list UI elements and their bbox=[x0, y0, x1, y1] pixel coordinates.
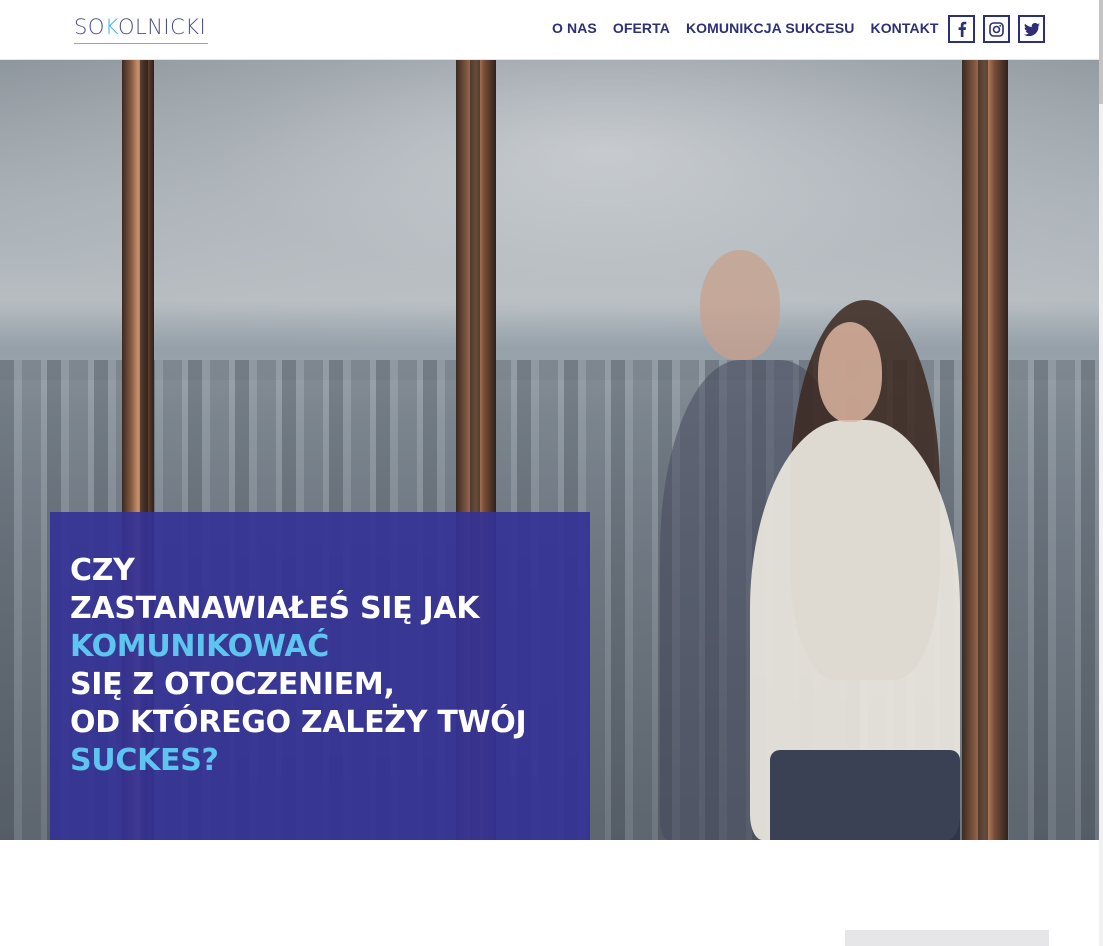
page-scrollbar[interactable] bbox=[1099, 0, 1103, 946]
facebook-icon bbox=[958, 21, 966, 37]
window-frame-shadow bbox=[978, 60, 988, 840]
sidebar-widget bbox=[845, 930, 1049, 946]
nav-link-kontakt[interactable]: KONTAKT bbox=[870, 20, 938, 36]
nav-link-komunikacja-sukcesu[interactable]: KOMUNIKCJA SUKCESU bbox=[686, 20, 855, 36]
headline-line: OD KTÓREGO ZALEŻY TWÓJ bbox=[70, 705, 527, 740]
headline-line-highlight: KOMUNIKOWAĆ bbox=[70, 629, 329, 664]
logo-text-accent: K bbox=[104, 15, 118, 39]
facebook-link[interactable] bbox=[948, 15, 975, 43]
woman-jeans bbox=[770, 750, 960, 840]
headline-line: CZY bbox=[70, 553, 135, 588]
twitter-icon bbox=[1023, 22, 1040, 36]
social-links bbox=[948, 15, 1045, 43]
twitter-link[interactable] bbox=[1018, 15, 1045, 43]
woman-face bbox=[818, 322, 882, 422]
man-head bbox=[700, 250, 780, 360]
headline-line: SIĘ Z OTOCZENIEM, bbox=[70, 667, 395, 702]
nav-link-o-nas[interactable]: O NAS bbox=[552, 20, 597, 36]
logo-text-start: SO bbox=[74, 15, 105, 39]
instagram-link[interactable] bbox=[983, 15, 1010, 43]
instagram-icon bbox=[989, 21, 1004, 37]
headline-line-highlight: SUCKES? bbox=[70, 743, 219, 778]
hero-headline: CZY ZASTANAWIAŁEŚ SIĘ JAK KOMUNIKOWAĆ SI… bbox=[70, 552, 580, 780]
main-nav: O NAS OFERTA KOMUNIKCJA SUKCESU KONTAKT bbox=[552, 20, 955, 36]
logo-text-end: OLNICKI bbox=[117, 15, 207, 39]
scrollbar-thumb[interactable] bbox=[1099, 0, 1103, 104]
nav-link-oferta[interactable]: OFERTA bbox=[613, 20, 670, 36]
site-logo[interactable]: SOKOLNICKI bbox=[74, 14, 209, 44]
site-header: SOKOLNICKI O NAS OFERTA KOMUNIKCJA SUKCE… bbox=[0, 0, 1103, 60]
headline-line: ZASTANAWIAŁEŚ SIĘ JAK bbox=[70, 591, 480, 626]
